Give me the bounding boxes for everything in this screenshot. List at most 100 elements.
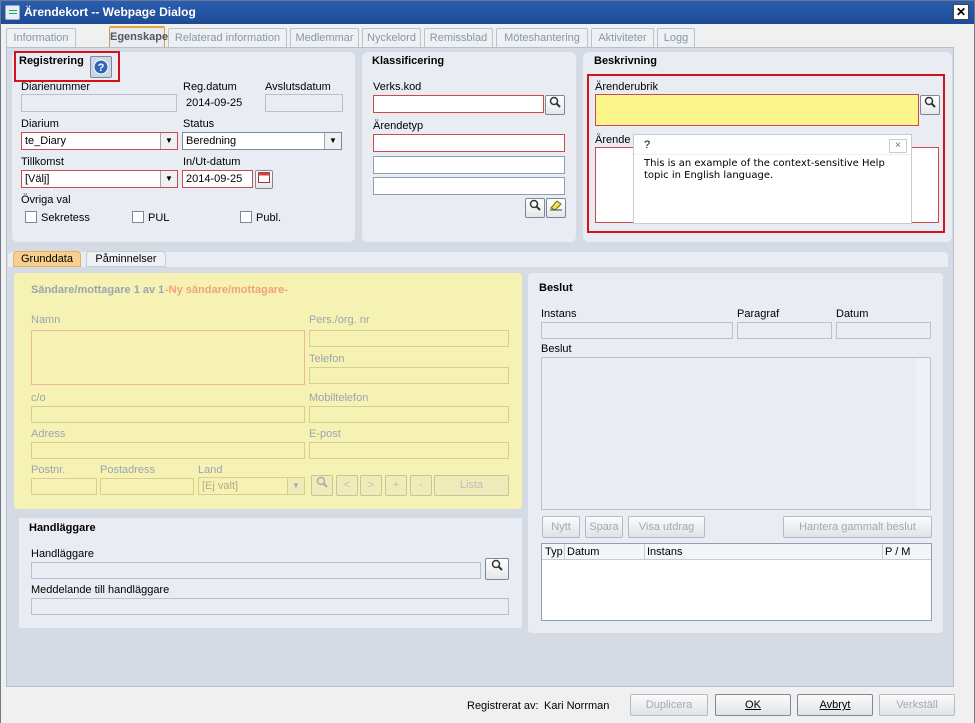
beslut-textarea[interactable]	[541, 357, 931, 510]
inut-datum-field[interactable]: 2014-09-25	[182, 170, 253, 188]
datum-label: Datum	[836, 308, 869, 320]
tab-nyckelord[interactable]: Nyckelord	[362, 28, 421, 47]
verkskod-field[interactable]	[373, 95, 544, 113]
column-datum[interactable]: Datum	[567, 546, 599, 558]
tab-relaterad-information[interactable]: Relaterad information	[168, 28, 287, 47]
arendemening-label: Ärende	[595, 134, 631, 146]
dialog-window: Ärendekort -- Webpage Dialog ✕ Informati…	[0, 0, 975, 723]
verkstall-button[interactable]: Verkställ	[879, 694, 955, 716]
sekretess-checkbox[interactable]	[25, 211, 37, 223]
status-select[interactable]: Beredning ▼	[182, 132, 342, 150]
arenderubrik-field[interactable]	[595, 94, 919, 126]
tab-aktiviteter[interactable]: Aktiviteter	[591, 28, 654, 47]
search-icon[interactable]	[525, 198, 545, 218]
sender-panel	[14, 273, 522, 509]
help-popup: ? × This is an example of the context-se…	[633, 134, 912, 224]
column-pm[interactable]: P / M	[885, 546, 910, 558]
publ-checkbox[interactable]	[240, 211, 252, 223]
handlaggare-label: Handläggare	[31, 548, 94, 560]
scrollbar[interactable]	[916, 358, 930, 509]
pul-checkbox[interactable]	[132, 211, 144, 223]
arendetyp-field-2[interactable]	[373, 156, 565, 174]
diarienummer-label: Diarienummer	[21, 81, 91, 93]
diarium-select[interactable]: te_Diary ▼	[21, 132, 178, 150]
paragraf-label: Paragraf	[737, 308, 780, 320]
column-divider	[882, 544, 883, 560]
search-icon[interactable]	[920, 95, 940, 115]
postnr-field[interactable]	[31, 478, 97, 495]
chevron-down-icon: ▼	[160, 133, 177, 149]
close-icon[interactable]: ×	[889, 139, 907, 153]
column-instans[interactable]: Instans	[647, 546, 682, 558]
handlaggare-field[interactable]	[31, 562, 481, 579]
search-icon[interactable]	[485, 558, 509, 580]
svg-text:?: ?	[98, 62, 105, 74]
epost-field[interactable]	[309, 442, 509, 459]
remove-button[interactable]: -	[410, 475, 432, 496]
close-button[interactable]: ✕	[953, 4, 969, 20]
search-icon[interactable]	[545, 95, 565, 115]
arendetyp-label: Ärendetyp	[373, 120, 424, 132]
arendetyp-field-3[interactable]	[373, 177, 565, 195]
tab-paminnelser[interactable]: Påminnelser	[86, 251, 166, 267]
table-header	[542, 544, 931, 560]
postadress-field[interactable]	[100, 478, 194, 495]
calendar-icon[interactable]	[255, 170, 273, 189]
tab-information[interactable]: Information	[6, 28, 76, 47]
regdatum-field: 2014-09-25	[186, 97, 243, 109]
tab-grunddata[interactable]: Grunddata	[13, 251, 81, 267]
add-button[interactable]: +	[385, 475, 407, 496]
mobil-label: Mobiltelefon	[309, 392, 369, 404]
arendetyp-field[interactable]	[373, 134, 565, 152]
chevron-down-icon: ▼	[287, 478, 304, 494]
persorg-field[interactable]	[309, 330, 509, 347]
search-icon[interactable]	[311, 475, 333, 496]
nytt-button[interactable]: Nytt	[542, 516, 580, 538]
avslutsdatum-label: Avslutsdatum	[265, 81, 331, 93]
tab-remissblad[interactable]: Remissblad	[424, 28, 493, 47]
visa-utdrag-button[interactable]: Visa utdrag	[628, 516, 705, 538]
tab-medlemmar[interactable]: Medlemmar	[290, 28, 359, 47]
mobil-field[interactable]	[309, 406, 509, 423]
land-label: Land	[198, 464, 223, 476]
tillkomst-select[interactable]: [Välj] ▼	[21, 170, 178, 188]
telefon-label: Telefon	[309, 353, 345, 365]
datum-field[interactable]	[836, 322, 931, 339]
avslutsdatum-field[interactable]	[265, 94, 343, 112]
duplicera-button[interactable]: Duplicera	[630, 694, 708, 716]
help-popup-title: ?	[644, 139, 651, 151]
namn-field[interactable]	[31, 330, 305, 385]
tab-egenskaper[interactable]: Egenskaper	[109, 26, 172, 47]
ok-button[interactable]: OK	[715, 694, 791, 716]
meddelande-field[interactable]	[31, 598, 509, 615]
new-sender-link[interactable]: -Ny sändare/mottagare-	[165, 284, 288, 296]
beskrivning-title: Beskrivning	[594, 55, 657, 67]
question-circle-icon[interactable]: ?	[90, 56, 112, 78]
hantera-gammalt-beslut-button[interactable]: Hantera gammalt beslut	[783, 516, 932, 538]
lista-button[interactable]: Lista	[434, 475, 509, 496]
telefon-field[interactable]	[309, 367, 509, 384]
epost-label: E-post	[309, 428, 341, 440]
tab-moteshantering[interactable]: Möteshantering	[496, 28, 588, 47]
eraser-icon[interactable]	[546, 198, 566, 218]
pul-label: PUL	[148, 212, 170, 224]
app-icon	[5, 5, 20, 20]
arenderubrik-label: Ärenderubrik	[595, 81, 658, 93]
paragraf-field[interactable]	[737, 322, 832, 339]
next-button[interactable]: >	[360, 475, 382, 496]
beslut-table: Typ Datum Instans P / M	[541, 543, 932, 621]
diarienummer-field[interactable]	[21, 94, 177, 112]
beslut-title: Beslut	[539, 282, 573, 294]
instans-field[interactable]	[541, 322, 733, 339]
spara-button[interactable]: Spara	[585, 516, 623, 538]
tab-logg[interactable]: Logg	[657, 28, 695, 47]
column-typ[interactable]: Typ	[545, 546, 563, 558]
klassificering-title: Klassificering	[372, 55, 445, 67]
beslut-label: Beslut	[541, 343, 572, 355]
prev-button[interactable]: <	[336, 475, 358, 496]
land-select[interactable]: [Ej valt] ▼	[198, 477, 305, 495]
co-field[interactable]	[31, 406, 305, 423]
inut-label: In/Ut-datum	[183, 156, 241, 168]
avbryt-button[interactable]: Avbryt	[797, 694, 873, 716]
adress-field[interactable]	[31, 442, 305, 459]
